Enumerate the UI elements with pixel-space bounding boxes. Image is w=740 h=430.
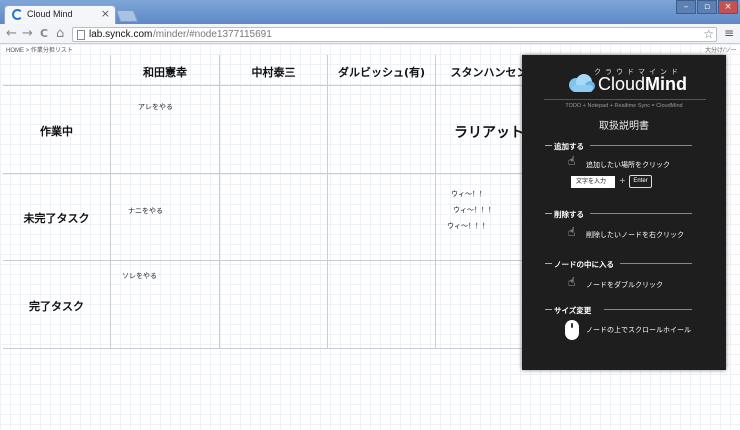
task-cell[interactable] (220, 174, 328, 261)
reload-icon[interactable]: C (40, 26, 48, 41)
url-path: /minder/#node1377115691 (153, 29, 272, 40)
task-node[interactable]: ソレをやる (122, 271, 157, 281)
task-node[interactable]: アレをやる (138, 102, 173, 112)
browser-menu-icon[interactable]: ≡ (724, 26, 734, 40)
row-header[interactable]: 完了タスク (3, 261, 111, 349)
divider (545, 145, 552, 146)
column-header-label: ダルビッシュ(有) (337, 66, 426, 79)
close-window-button[interactable]: × (718, 0, 738, 14)
new-tab-button[interactable] (115, 10, 139, 22)
section-desc-add: 追加したい場所をクリック (586, 161, 670, 169)
plus-sign: + (619, 176, 626, 185)
cloudmind-favicon-icon (12, 9, 23, 20)
task-node[interactable]: ウィ〜！！！ (453, 205, 495, 215)
divider (604, 309, 692, 310)
row-header[interactable]: 作業中 (3, 86, 111, 174)
address-bar[interactable]: lab.synck.com /minder/#node1377115691 ☆ (72, 27, 717, 42)
section-desc-enter-node: ノードをダブルクリック (586, 281, 663, 289)
brand-logo-mind: Mind (645, 74, 688, 94)
input-demo-field: 文字を入力 (571, 176, 615, 188)
task-cell[interactable] (328, 86, 436, 174)
browser-toolbar: ← → C ⌂ lab.synck.com /minder/#node13771… (0, 24, 740, 44)
task-board: 和田憲幸 中村泰三 ダルビッシュ(有) スタンハンセン 作業中 アレをやる ラリ… (3, 55, 573, 349)
row-header-label: 完了タスク (29, 300, 84, 313)
minimize-button[interactable]: – (676, 0, 696, 14)
column-header[interactable]: 中村泰三 (220, 55, 328, 86)
task-node[interactable]: ラリアット (454, 122, 524, 142)
task-cell[interactable] (328, 174, 436, 261)
task-node[interactable]: ウィ〜！！ (451, 189, 486, 199)
divider (545, 213, 552, 214)
brand-logo-cloud: Cloud (598, 74, 646, 94)
corner-cell[interactable] (3, 55, 111, 86)
column-header-label: 和田憲幸 (143, 66, 187, 79)
column-header-label: 中村泰三 (251, 66, 296, 79)
column-header[interactable]: 和田憲幸 (111, 55, 220, 86)
page-icon (77, 30, 85, 40)
pointer-hand-icon: ☝ (568, 225, 576, 239)
section-desc-resize: ノードの上でスクロールホイール (586, 326, 691, 334)
browser-tab[interactable]: Cloud Mind × (4, 5, 116, 24)
task-node[interactable]: ナニをやる (128, 206, 163, 216)
section-heading-enter-node: ノードの中に入る (554, 260, 614, 269)
task-cell[interactable]: ソレをやる (111, 261, 220, 349)
maximize-button[interactable]: ▫ (697, 0, 717, 14)
divider (590, 213, 692, 214)
task-cell[interactable] (328, 261, 436, 349)
tab-title: Cloud Mind (27, 9, 73, 19)
forward-arrow-icon[interactable]: → (22, 26, 33, 41)
divider (590, 145, 692, 146)
section-heading-delete: 削除する (554, 210, 584, 219)
task-cell[interactable] (220, 86, 328, 174)
divider (545, 263, 552, 264)
enter-key-demo: Enter (629, 175, 652, 188)
row-header-label: 作業中 (40, 125, 73, 138)
pointer-hand-icon: ☝ (568, 154, 576, 168)
pointer-hand-icon: ☝ (568, 275, 576, 289)
row-header[interactable]: 未完了タスク (3, 174, 111, 261)
cloud-logo-icon (569, 74, 595, 92)
window-titlebar: Cloud Mind × – ▫ × (0, 0, 740, 24)
divider (620, 263, 692, 264)
manual-title: 取扱説明書 (599, 121, 649, 132)
task-node[interactable]: ウィ〜！！！ (447, 221, 489, 231)
help-panel: クラウドマインド CloudMind TODO + Notepad + Real… (522, 55, 726, 370)
back-arrow-icon[interactable]: ← (6, 26, 17, 41)
section-heading-add: 追加する (554, 142, 584, 151)
brand-logo: CloudMind (598, 74, 687, 95)
tab-close-icon[interactable]: × (101, 7, 110, 20)
mouse-wheel-icon (571, 323, 573, 328)
home-icon[interactable]: ⌂ (56, 26, 64, 41)
row-header-label: 未完了タスク (23, 212, 90, 225)
section-heading-resize: サイズ変更 (554, 306, 592, 315)
task-cell[interactable]: アレをやる (111, 86, 220, 174)
url-host: lab.synck.com (89, 29, 153, 40)
divider (544, 99, 706, 100)
section-desc-delete: 削除したいノードを右クリック (586, 231, 684, 239)
breadcrumb[interactable]: HOME > 作業分担リスト (6, 45, 73, 54)
divider (545, 309, 552, 310)
bookmark-star-icon[interactable]: ☆ (703, 27, 714, 41)
task-cell[interactable] (220, 261, 328, 349)
task-cell[interactable]: ナニをやる (111, 174, 220, 261)
column-header[interactable]: ダルビッシュ(有) (328, 55, 436, 86)
tagline: TODO + Notepad + Realtime Sync = CloudMi… (565, 103, 683, 109)
